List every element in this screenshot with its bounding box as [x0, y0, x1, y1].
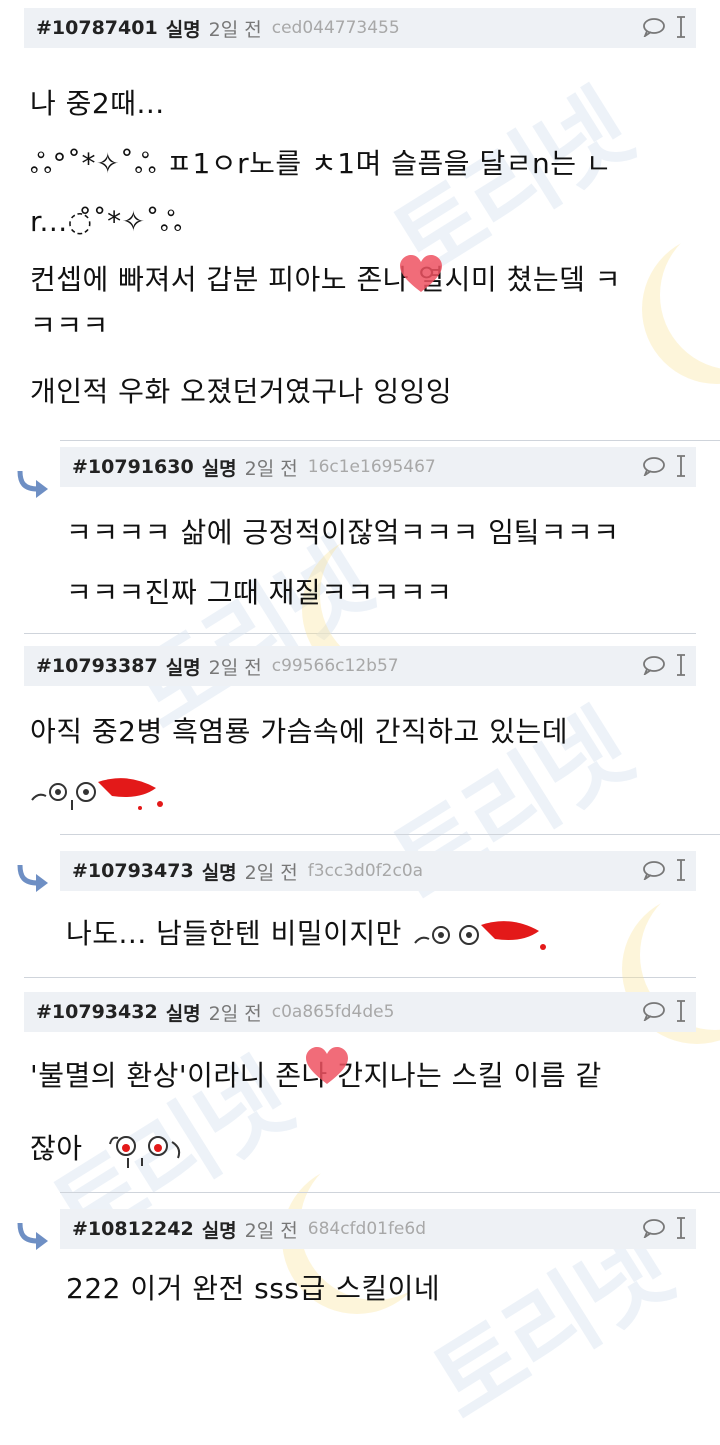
heart-sticker: [400, 255, 442, 292]
comment-text: 나도... 남들한텐 비밀이지만: [66, 915, 690, 955]
heart-sticker: [306, 1047, 348, 1084]
comment-text: ㅋㅋㅋ진짜 그때 재질ㅋㅋㅋㅋㅋ: [66, 576, 453, 609]
comment-header: #10793432 실명 2일 전 c0a865fd4de5: [24, 992, 696, 1032]
reply: #10812242 실명 2일 전 684cfd01fe6d 222 이거 완전…: [17, 1192, 720, 1307]
comment-text: '불멸의 환상'이라니 존나 간지나는 스킬 이름 같: [30, 1047, 690, 1094]
comment-id[interactable]: #10793473: [72, 860, 194, 882]
reply-header: #10791630 실명 2일 전 16c1e1695467: [60, 447, 696, 487]
comment-time: 2일 전: [208, 656, 262, 679]
comment-icon[interactable]: [642, 456, 666, 476]
comment-text-span: 나도... 남들한텐 비밀이지만: [66, 917, 402, 950]
comment-hash: 684cfd01fe6d: [307, 1219, 427, 1239]
comment: #10793387 실명 2일 전 c99566c12b57 아직 중2병 흑염…: [0, 634, 720, 814]
comment-id[interactable]: #10793387: [36, 655, 158, 677]
emoticon-sticker: [28, 770, 696, 814]
reply: #10791630 실명 2일 전 16c1e1695467 ㅋㅋㅋㅋ 삶에 긍…: [17, 440, 720, 611]
comment-time: 2일 전: [244, 1219, 298, 1242]
comment-time: 2일 전: [244, 861, 298, 884]
reply: #10793473 실명 2일 전 f3cc3d0f2c0a 나도... 남들한…: [17, 834, 720, 955]
comment-author: 실명: [165, 656, 201, 679]
text-cursor-icon[interactable]: [676, 16, 686, 38]
comment-text: ㅋㅋㅋ: [30, 309, 109, 342]
comment-author: 실명: [165, 1002, 201, 1025]
comment-text: ㅋㅋㅋㅋ 삶에 긍정적이잖엌ㅋㅋㅋ 임팈ㅋㅋㅋ: [66, 516, 620, 549]
comment-text: ஃ°˚*✧˚ஃ ㅍ1ㅇr노를 ㅊ1며 슬픔을 달ㄹn는 ㄴ: [30, 147, 613, 180]
comment-time: 2일 전: [208, 1002, 262, 1025]
text-cursor-icon[interactable]: [676, 859, 686, 881]
comment-icon[interactable]: [642, 17, 666, 37]
comment-hash: c99566c12b57: [271, 656, 399, 676]
reply-header: #10793473 실명 2일 전 f3cc3d0f2c0a: [60, 851, 696, 891]
comment-icon[interactable]: [642, 860, 666, 880]
comment-text: 222 이거 완전 sss급 스킬이네: [66, 1272, 441, 1305]
comment-hash: ced044773455: [271, 18, 400, 38]
reply-arrow-icon: [16, 1221, 52, 1255]
emoticon-sticker: [414, 921, 547, 950]
comment-id[interactable]: #10791630: [72, 456, 194, 478]
reply-header: #10812242 실명 2일 전 684cfd01fe6d: [60, 1209, 696, 1249]
comment-hash: f3cc3d0f2c0a: [307, 861, 424, 881]
comment-id[interactable]: #10787401: [36, 17, 158, 39]
comment-text-span: 컨셉에 빠져서 갑분 피아노 존나 열시미 쳤는뎈 ㅋ: [30, 263, 622, 296]
comment-time: 2일 전: [244, 457, 298, 480]
comment-text: 아직 중2병 흑염룡 가슴속에 간직하고 있는데: [30, 715, 568, 748]
comment-header: #10787401 실명 2일 전 ced044773455: [24, 8, 696, 48]
comment-author: 실명: [165, 18, 201, 41]
reply-arrow-icon: [16, 863, 52, 897]
comment-author: 실명: [201, 861, 237, 884]
reply-arrow-icon: [16, 469, 52, 503]
comment: #10787401 실명 2일 전 ced044773455 나 중2때... …: [0, 0, 720, 410]
comment-hash: 16c1e1695467: [307, 457, 436, 477]
comment-id[interactable]: #10793432: [36, 1001, 158, 1023]
comment-text: 컨셉에 빠져서 갑분 피아노 존나 열시미 쳤는뎈 ㅋ: [30, 255, 690, 298]
comment-time: 2일 전: [208, 18, 262, 41]
text-cursor-icon[interactable]: [676, 654, 686, 676]
comment: #10793432 실명 2일 전 c0a865fd4de5 '불멸의 환상'이…: [0, 978, 720, 1172]
comment-text: 잖아: [30, 1128, 690, 1172]
comment-icon[interactable]: [642, 1218, 666, 1238]
comment-author: 실명: [201, 1219, 237, 1242]
comment-id[interactable]: #10812242: [72, 1218, 194, 1240]
comment-text: 나 중2때...: [30, 87, 165, 120]
comment-header: #10793387 실명 2일 전 c99566c12b57: [24, 646, 696, 686]
text-cursor-icon[interactable]: [676, 1000, 686, 1022]
comment-hash: c0a865fd4de5: [271, 1002, 395, 1022]
comment-text-span: 잖아: [30, 1132, 83, 1165]
text-cursor-icon[interactable]: [676, 1217, 686, 1239]
text-cursor-icon[interactable]: [676, 455, 686, 477]
emoticon-sticker: [108, 1136, 181, 1168]
comment-author: 실명: [201, 457, 237, 480]
comment-text: 개인적 우화 오졌던거였구나 잉잉잉: [30, 375, 453, 408]
comment-icon[interactable]: [642, 1001, 666, 1021]
comment-icon[interactable]: [642, 655, 666, 675]
comment-text: r...◌̊˚*✧˚ஃ: [30, 205, 183, 238]
